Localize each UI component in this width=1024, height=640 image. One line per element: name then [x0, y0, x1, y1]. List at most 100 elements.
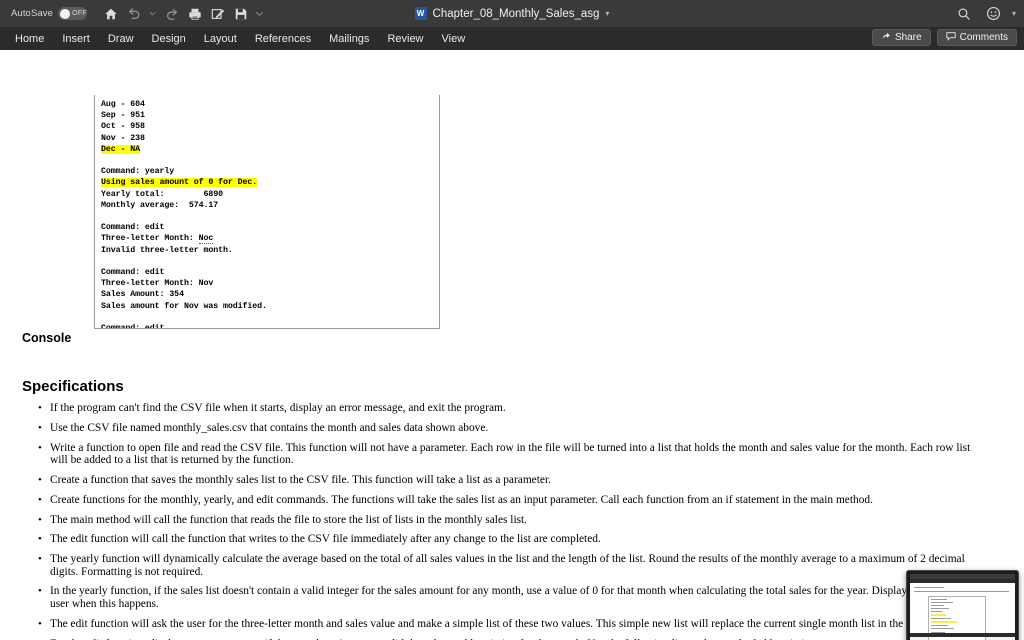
- spec-bullet-text: Create functions for the monthly, yearly…: [50, 493, 873, 506]
- spec-bullet-item: • The edit function will ask the user for…: [26, 618, 986, 631]
- tab-home[interactable]: Home: [6, 30, 53, 48]
- tab-layout[interactable]: Layout: [195, 30, 246, 48]
- save-icon[interactable]: [230, 3, 251, 24]
- tab-references[interactable]: References: [246, 30, 320, 48]
- spec-bullet-item: • Write a function to open file and read …: [26, 442, 986, 467]
- undo-dropdown-icon[interactable]: [146, 3, 159, 24]
- bullet-marker: •: [38, 553, 42, 566]
- home-icon[interactable]: [100, 3, 121, 24]
- floating-preview-window[interactable]: [906, 570, 1019, 640]
- bullet-marker: •: [38, 402, 42, 414]
- console-line: Three-letter Month: Nov: [101, 279, 214, 289]
- account-icon[interactable]: [983, 3, 1004, 24]
- share-icon: [881, 31, 891, 44]
- tab-draw[interactable]: Draw: [99, 30, 143, 48]
- spec-bullet-text: In the yearly function, if the sales lis…: [50, 585, 985, 611]
- tab-design[interactable]: Design: [143, 30, 195, 48]
- spec-bullet-text: The main method will call the function t…: [50, 513, 528, 526]
- titlebar-right-group: ▾: [954, 3, 1016, 24]
- spec-bullet-item: • Create a function that saves the monthl…: [26, 474, 986, 487]
- console-line: Sales amount for Nov was modified.: [101, 301, 267, 311]
- console-output-text: Aug - 604 Sep - 951 Oct - 958 Nov - 238 Dec …: [101, 95, 433, 329]
- spec-bullet-item: • The main method will call the function …: [26, 514, 986, 527]
- spec-bullet-item: • The yearly function will dynamically ca…: [26, 553, 986, 578]
- misspelled-word: Noc: [198, 234, 214, 245]
- document-title-dropdown-icon[interactable]: ▾: [605, 9, 609, 18]
- autosave-switch[interactable]: OFF: [58, 7, 87, 20]
- console-line: Using sales amount of 0 for Dec.: [101, 177, 433, 188]
- ribbon-actions: Share Comments: [871, 29, 1017, 46]
- console-line: Dec - NA: [101, 144, 433, 155]
- bullet-marker: •: [38, 533, 42, 546]
- spec-bullet-item: • Use the CSV file named monthly_sales.cs…: [26, 422, 986, 435]
- console-line: Yearly total: 6890: [101, 189, 223, 199]
- spec-bullet-text: The edit function will call the function…: [50, 533, 601, 546]
- console-line: Aug - 604: [101, 100, 145, 109]
- console-line: Command: edit: [101, 324, 165, 329]
- quick-access-toolbar: [100, 3, 266, 24]
- spec-bullet-text: If the program can't find the CSV file w…: [50, 402, 506, 414]
- spec-bullet-item: • In the yearly function, if the sales li…: [26, 585, 986, 610]
- highlighted-text: Dec - NA: [101, 144, 141, 154]
- document-title[interactable]: Chapter_08_Monthly_Sales_asg: [433, 8, 600, 20]
- tab-mailings[interactable]: Mailings: [320, 30, 378, 48]
- bullet-marker: •: [38, 513, 42, 526]
- console-line: Oct - 958: [101, 122, 145, 132]
- title-bar: AutoSave OFF W Chapter_08_Monthly_Sales_…: [0, 0, 1024, 27]
- console-line: Command: edit: [101, 268, 165, 278]
- bullet-marker: •: [38, 441, 42, 454]
- spec-bullet-text: Use the CSV file named monthly_sales.csv…: [50, 421, 489, 434]
- account-dropdown-icon[interactable]: ▾: [1012, 9, 1016, 18]
- comment-icon: [946, 31, 956, 44]
- console-line: Command: edit: [101, 223, 165, 233]
- heading-console: Console: [22, 331, 72, 345]
- console-line: Command: yearly: [101, 167, 175, 177]
- share-label: Share: [894, 32, 922, 43]
- highlighted-text: Using sales amount of 0 for Dec.: [101, 178, 258, 188]
- ribbon-tab-bar: Home Insert Draw Design Layout Reference…: [0, 27, 1024, 50]
- console-output-box: Aug - 604 Sep - 951 Oct - 958 Nov - 238 Dec …: [94, 95, 440, 329]
- console-line: Nov - 238: [101, 133, 145, 143]
- tab-review[interactable]: Review: [378, 30, 432, 48]
- console-line: Invalid three-letter month.: [101, 245, 233, 255]
- bullet-marker: •: [38, 493, 42, 506]
- autosave-toggle[interactable]: AutoSave OFF: [8, 6, 90, 21]
- preview-body: [910, 583, 1015, 640]
- undo-icon[interactable]: [123, 3, 144, 24]
- spec-bullet-text: The edit function will ask the user for …: [50, 617, 948, 630]
- markup-icon[interactable]: [207, 3, 228, 24]
- comments-button[interactable]: Comments: [936, 29, 1017, 46]
- spec-bullet-text: The yearly function will dynamically cal…: [50, 553, 965, 578]
- share-button[interactable]: Share: [871, 29, 931, 46]
- comments-label: Comments: [959, 32, 1008, 43]
- customize-toolbar-icon[interactable]: [253, 3, 266, 24]
- console-line: Sep - 951: [101, 111, 145, 121]
- document-page[interactable]: Aug - 604 Sep - 951 Oct - 958 Nov - 238 Dec …: [0, 50, 1024, 640]
- spec-bullet-item: • The edit function will call the functio…: [26, 533, 986, 546]
- preview-statusbar: [910, 633, 1015, 637]
- heading-specifications: Specifications: [22, 378, 124, 395]
- spec-bullet-item: • If the program can't find the CSV file …: [26, 402, 986, 415]
- print-icon[interactable]: [184, 3, 205, 24]
- console-line: Three-letter Month: Noc: [101, 234, 214, 245]
- tab-view[interactable]: View: [433, 30, 475, 48]
- titlebar-left-group: AutoSave OFF: [0, 3, 266, 24]
- console-line: Monthly average: 574.17: [101, 200, 219, 210]
- redo-icon[interactable]: [161, 3, 182, 24]
- specifications-list: • If the program can't find the CSV file …: [26, 402, 986, 640]
- tab-insert[interactable]: Insert: [53, 30, 99, 48]
- spec-bullet-text: Write a function to open file and read t…: [50, 441, 971, 467]
- preview-window-content: [910, 574, 1015, 640]
- autosave-label: AutoSave: [11, 8, 53, 19]
- spec-bullet-item: • Create functions for the monthly, yearl…: [26, 494, 986, 507]
- bullet-marker: •: [38, 421, 42, 434]
- search-icon[interactable]: [954, 3, 975, 24]
- bullet-marker: •: [38, 473, 42, 486]
- bullet-marker: •: [38, 617, 42, 630]
- spec-bullet-text: Create a function that saves the monthly…: [50, 473, 551, 486]
- autosave-state-label: OFF: [72, 10, 87, 17]
- word-document-icon: W: [414, 7, 427, 20]
